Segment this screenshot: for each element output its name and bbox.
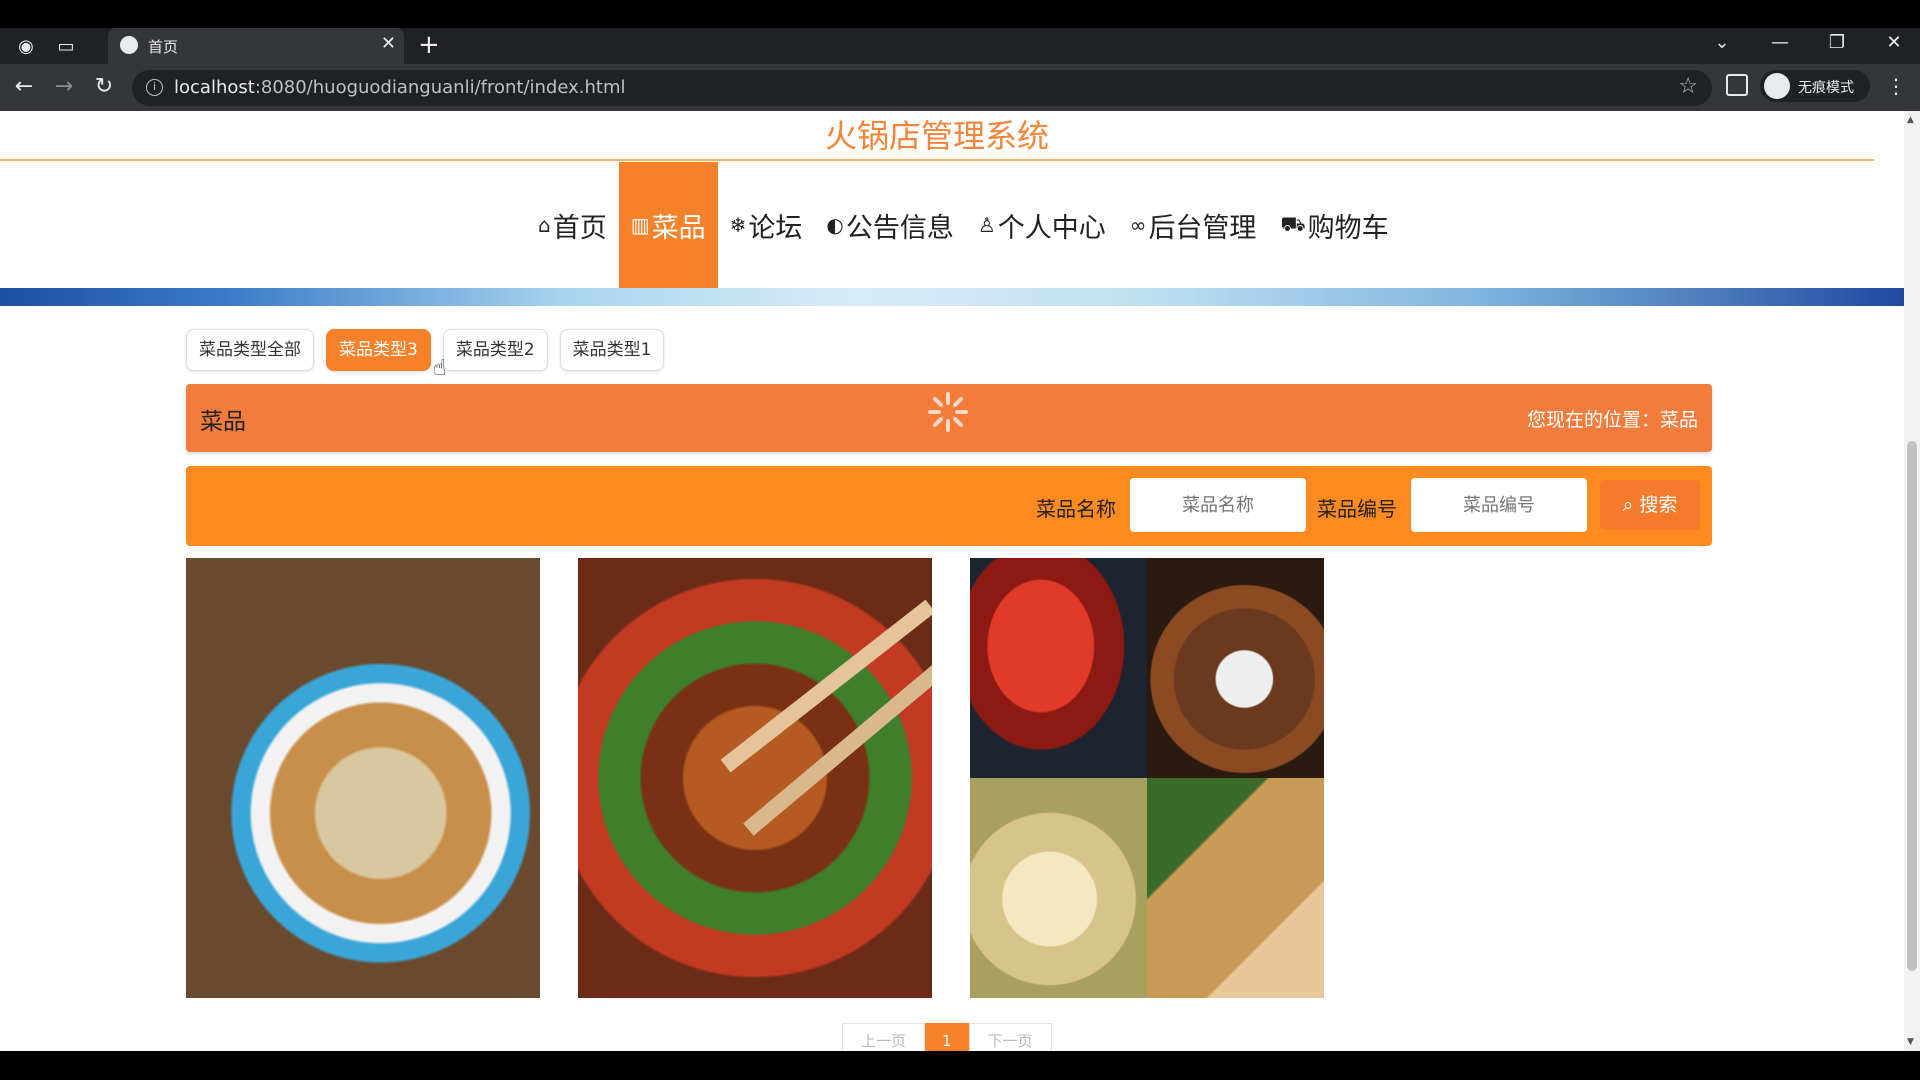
address-toolbar: ← → ↻ i localhost:8080/huoguodianguanli/… [0, 64, 1920, 111]
nav-item-dish[interactable]: ▥ 菜品 [618, 162, 718, 288]
loading-spinner-icon [928, 392, 968, 432]
pagination: 上一页 1 下一页 [842, 1023, 1052, 1051]
incognito-icon [1764, 73, 1790, 99]
nav-item-cart[interactable]: ⛟ 购物车 [1268, 162, 1400, 288]
nav-item-palette[interactable]: ◐ 公告信息 [814, 162, 965, 288]
globe-icon[interactable]: ◉ [12, 32, 40, 60]
nav-label: 购物车 [1307, 212, 1389, 244]
nav-label: 菜品 [651, 212, 706, 244]
info-icon[interactable]: i [146, 79, 163, 96]
nav-label: 首页 [552, 212, 607, 244]
back-icon[interactable]: ← [10, 74, 38, 99]
section-header: 菜品 您现在的位置：菜品 [186, 384, 1712, 452]
tab-list-icon[interactable]: ⌄ [1700, 32, 1744, 53]
category-chip[interactable]: 菜品类型1 [559, 329, 665, 371]
browser-tab[interactable]: 首页 ✕ [108, 28, 404, 64]
banner-image [0, 288, 1904, 306]
link-icon: ∞ [1129, 213, 1147, 237]
scrollbar[interactable]: ▲ ▼ [1904, 111, 1920, 1051]
reload-icon[interactable]: ↻ [90, 74, 118, 99]
category-filters: 菜品类型全部 菜品类型3 菜品类型2 菜品类型1 [186, 329, 665, 371]
page-number-button[interactable]: 1 [925, 1023, 969, 1051]
dish-name-input[interactable] [1130, 478, 1306, 532]
dish-name-label: 菜品名称 [1036, 497, 1116, 521]
next-page-button[interactable]: 下一页 [968, 1023, 1052, 1051]
screen-bottom-bar [0, 1051, 1920, 1080]
close-icon[interactable]: ✕ [381, 33, 396, 54]
category-chip[interactable]: 菜品类型3 [326, 329, 431, 371]
restore-icon[interactable]: ❐ [1815, 32, 1859, 53]
browser-tab-bar: ◉ ▭ 首页 ✕ + ⌄ — ❐ ✕ [0, 28, 1920, 64]
home-icon: ⌂ [538, 213, 551, 237]
address-bar[interactable]: i localhost:8080/huoguodianguanli/front/… [132, 70, 1712, 106]
page-viewport: 火锅店管理系统 ⌂ 首页 ▥ 菜品 ❄ 论坛 ◐ 公告信息 ♙ 个人中心 ∞ 后台管理 ⛟ 购物车 菜品类… [0, 111, 1904, 1051]
tab-title: 首页 [148, 38, 179, 56]
search-button-label: 搜索 [1639, 494, 1678, 516]
breadcrumb: 您现在的位置：菜品 [1526, 409, 1698, 431]
browser-menu-icon[interactable]: ⋮ [1886, 74, 1906, 98]
url-text: localhost:8080/huoguodianguanli/front/in… [174, 77, 626, 98]
nav-label: 论坛 [748, 212, 803, 244]
hand-cursor-icon: ☝ [433, 356, 447, 381]
side-panel-icon[interactable] [1726, 74, 1748, 96]
scroll-down-icon[interactable]: ▼ [1907, 1037, 1914, 1047]
window-close-icon[interactable]: ✕ [1872, 32, 1916, 53]
main-nav: ⌂ 首页 ▥ 菜品 ❄ 论坛 ◐ 公告信息 ♙ 个人中心 ∞ 后台管理 ⛟ 购物车 [0, 162, 1904, 288]
nav-item-link[interactable]: ∞ 后台管理 [1118, 162, 1269, 288]
scrollbar-thumb[interactable] [1907, 441, 1917, 971]
screen-top-bar [0, 0, 1920, 28]
dish-code-label: 菜品编号 [1317, 497, 1397, 521]
site-title: 火锅店管理系统 [0, 111, 1874, 161]
tab-search-icon[interactable]: ▭ [52, 32, 80, 60]
category-chip[interactable]: 菜品类型2 [442, 329, 548, 371]
cart-icon: ⛟ [1280, 211, 1306, 236]
nav-item-snowflake[interactable]: ❄ 论坛 [718, 162, 815, 288]
nav-label: 后台管理 [1148, 212, 1257, 244]
dish-grid [186, 558, 1324, 998]
nav-item-home[interactable]: ⌂ 首页 [526, 162, 619, 288]
dish-card-image[interactable] [186, 558, 540, 998]
palette-icon: ◐ [826, 213, 844, 237]
search-button[interactable]: ⌕ 搜索 [1600, 480, 1700, 530]
nav-label: 公告信息 [845, 212, 954, 244]
dish-card-image[interactable] [970, 558, 1324, 998]
search-panel: 菜品名称 菜品编号 ⌕ 搜索 [186, 466, 1712, 546]
user-icon: ♙ [977, 213, 996, 237]
incognito-label: 无痕模式 [1798, 80, 1854, 96]
snowflake-icon: ❄ [729, 213, 747, 237]
scroll-up-icon[interactable]: ▲ [1907, 115, 1914, 125]
minimize-icon[interactable]: — [1758, 32, 1802, 53]
incognito-badge[interactable]: 无痕模式 [1760, 70, 1870, 102]
tab-favicon-icon [120, 36, 138, 54]
new-tab-icon[interactable]: + [418, 30, 440, 60]
prev-page-button[interactable]: 上一页 [842, 1023, 926, 1051]
dish-icon: ▥ [630, 213, 650, 237]
category-chip[interactable]: 菜品类型全部 [186, 329, 314, 371]
section-title: 菜品 [200, 409, 246, 435]
nav-item-user[interactable]: ♙ 个人中心 [966, 162, 1118, 288]
bookmark-star-icon[interactable]: ☆ [1678, 74, 1698, 99]
nav-label: 个人中心 [997, 212, 1106, 244]
search-icon: ⌕ [1622, 494, 1634, 516]
dish-card-image[interactable] [578, 558, 932, 998]
forward-icon[interactable]: → [50, 74, 78, 99]
dish-code-input[interactable] [1411, 478, 1587, 532]
